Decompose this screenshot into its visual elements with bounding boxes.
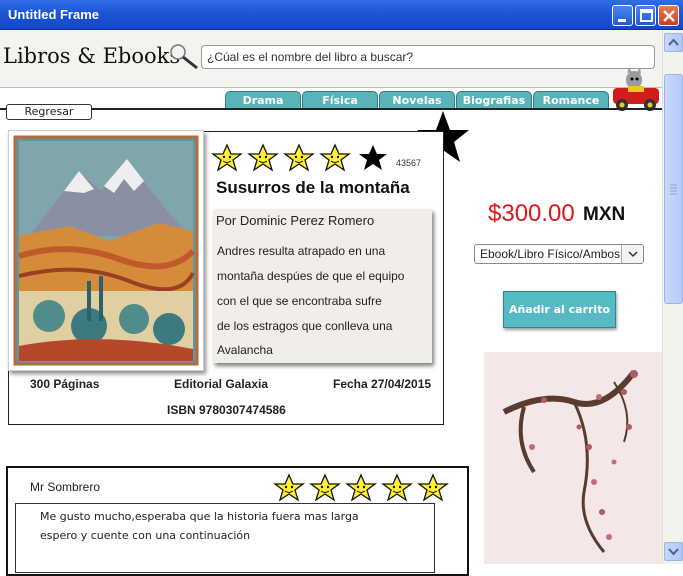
rating-count: 43567 <box>396 158 422 168</box>
description-line: Andres resulta atrapado en una <box>217 244 386 258</box>
star-filled-icon <box>283 143 315 172</box>
review-line: Me gusto mucho,esperaba que la historia … <box>40 510 359 523</box>
book-date: Fecha 27/04/2015 <box>333 377 432 391</box>
star-filled-icon <box>345 473 377 502</box>
minimize-button[interactable] <box>612 5 633 26</box>
decorative-blossom-image <box>484 352 662 564</box>
book-author: Por Dominic Perez Romero <box>216 213 375 228</box>
chevron-down-icon <box>668 548 679 556</box>
book-pages: 300 Páginas <box>30 377 100 391</box>
back-button[interactable]: Regresar <box>6 104 92 120</box>
window-title: Untitled Frame <box>8 7 100 22</box>
price-currency: MXN <box>583 204 626 225</box>
maximize-icon <box>640 9 653 22</box>
close-icon <box>663 10 675 22</box>
site-logo[interactable]: Libros & Ebooks <box>3 44 180 68</box>
star-filled-icon <box>417 473 449 502</box>
scroll-up-button[interactable] <box>664 33 683 52</box>
tab-drama[interactable]: Drama <box>225 91 301 109</box>
title-bar: Untitled Frame <box>0 0 683 30</box>
book-publisher: Editorial Galaxia <box>174 377 269 391</box>
reviewer-name: Mr Sombrero <box>30 480 101 494</box>
minimize-icon <box>618 19 626 22</box>
app-window: Untitled Frame Libros & Ebooks ¿Cúal es … <box>0 0 683 576</box>
book-cover-image <box>8 130 204 371</box>
tab-biografias[interactable]: Biografias <box>456 91 532 109</box>
description-line: Avalancha <box>217 343 273 357</box>
star-filled-icon <box>319 143 351 172</box>
vertical-scrollbar[interactable] <box>662 30 683 564</box>
mountain-illustration <box>13 135 199 366</box>
chevron-up-icon <box>668 38 679 46</box>
star-filled-icon <box>381 473 413 502</box>
header-bar: Libros & Ebooks ¿Cúal es el nombre del l… <box>0 30 662 111</box>
description-line: de los estragos que conlleva una <box>217 319 393 333</box>
close-button[interactable] <box>658 5 679 26</box>
search-input[interactable]: ¿Cúal es el nombre del libro a buscar? <box>201 45 655 69</box>
magnifier-icon <box>170 44 198 70</box>
book-isbn: ISBN 9780307474586 <box>167 403 286 417</box>
chevron-down-icon[interactable] <box>621 245 643 263</box>
scroll-thumb[interactable] <box>664 74 683 304</box>
description-line: con el que se encontraba sufre <box>217 294 382 308</box>
add-to-cart-button[interactable]: Añadir al carrito <box>503 291 616 328</box>
format-select[interactable]: Ebook/Libro Físico/Ambos <box>474 244 644 264</box>
car-mascot-icon <box>613 68 659 111</box>
book-rating-stars <box>211 143 387 172</box>
maximize-button[interactable] <box>635 5 656 26</box>
book-price: $300.00 <box>488 200 575 227</box>
star-filled-icon <box>211 143 243 172</box>
tab-fisica[interactable]: Física <box>302 91 378 109</box>
description-box <box>213 209 432 363</box>
scroll-down-button[interactable] <box>664 542 683 561</box>
tab-romance[interactable]: Romance <box>533 91 609 109</box>
star-filled-icon <box>247 143 279 172</box>
review-line: espero y cuente con una continuación <box>40 529 251 542</box>
description-line: montaña despúes de que el equipo <box>217 269 405 283</box>
book-title: Susurros de la montaña <box>216 178 410 197</box>
header-divider <box>0 108 662 110</box>
star-empty-icon <box>359 145 387 170</box>
tab-novelas[interactable]: Novelas <box>379 91 455 109</box>
star-filled-icon <box>309 473 341 502</box>
review-rating-stars <box>273 473 449 502</box>
star-filled-icon <box>273 473 305 502</box>
format-selected-value: Ebook/Libro Físico/Ambos <box>480 247 621 261</box>
